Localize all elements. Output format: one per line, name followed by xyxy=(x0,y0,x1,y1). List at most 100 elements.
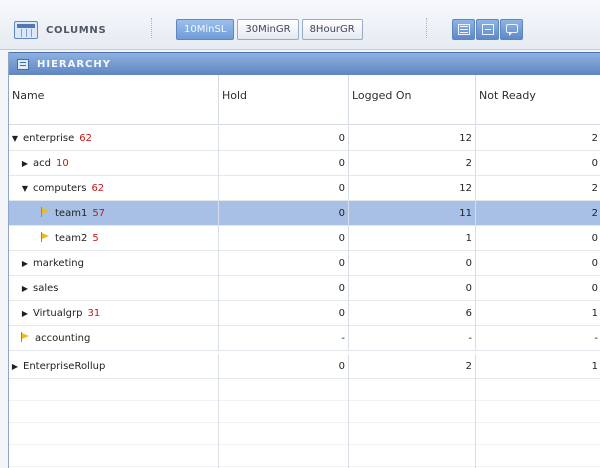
grid-view-icon xyxy=(458,24,470,35)
collapse-arrow-icon[interactable]: ▶ xyxy=(20,251,30,276)
tree-row-accounting[interactable]: accounting - - - xyxy=(9,326,600,351)
node-label: Virtualgrp xyxy=(33,308,83,319)
node-label: team2 xyxy=(55,233,88,244)
column-divider xyxy=(218,379,219,468)
column-headers: Name Hold Logged On Not Ready xyxy=(9,75,600,125)
node-count: 57 xyxy=(92,208,106,219)
node-label: computers xyxy=(33,183,87,194)
interval-selector: 10MinSL 30MinGR 8HourGR xyxy=(176,19,363,41)
column-header-logged-on[interactable]: Logged On xyxy=(349,75,476,125)
logged-on-cell: 0 xyxy=(349,251,476,276)
column-divider xyxy=(348,379,349,468)
empty-row xyxy=(9,401,600,423)
collapse-arrow-icon[interactable]: ▶ xyxy=(20,301,30,326)
node-count: 10 xyxy=(55,158,69,169)
name-cell: ▼ enterprise 62 xyxy=(9,126,219,151)
hold-cell: 0 xyxy=(219,126,349,151)
hierarchy-icon xyxy=(17,58,29,70)
tree-row-virtualgrp[interactable]: ▶ Virtualgrp 31 0 6 1 xyxy=(9,301,600,326)
panel-header: HIERARCHY xyxy=(9,52,600,75)
logged-on-cell: 12 xyxy=(349,176,476,201)
node-label: enterprise xyxy=(23,133,75,144)
hold-cell: 0 xyxy=(219,354,349,379)
name-cell: ▼ computers 62 xyxy=(9,176,219,201)
not-ready-cell: 2 xyxy=(591,208,598,219)
not-ready-cell: - xyxy=(594,333,598,344)
not-ready-cell: 0 xyxy=(591,258,598,269)
empty-row xyxy=(9,379,600,401)
column-header-not-ready[interactable]: Not Ready xyxy=(476,75,600,125)
name-cell: accounting xyxy=(9,326,219,351)
expand-arrow-icon[interactable]: ▼ xyxy=(10,126,20,151)
grid-view-button[interactable] xyxy=(452,19,475,40)
toolbar-separator xyxy=(426,18,428,38)
name-cell: team2 5 xyxy=(9,226,219,251)
column-divider xyxy=(475,379,476,468)
name-cell: ▶ marketing xyxy=(9,251,219,276)
node-count: 31 xyxy=(87,308,101,319)
tree-row-enterprise[interactable]: ▼ enterprise 62 0 12 2 xyxy=(9,126,600,151)
collapse-arrow-icon[interactable]: ▶ xyxy=(10,354,20,379)
chat-view-button[interactable] xyxy=(500,19,523,40)
hold-cell: - xyxy=(219,326,349,351)
column-header-name[interactable]: Name xyxy=(9,75,219,125)
column-header-hold[interactable]: Hold xyxy=(219,75,349,125)
view-selector xyxy=(452,19,523,41)
columns-label: COLUMNS xyxy=(46,24,107,36)
tree-row-marketing[interactable]: ▶ marketing 0 0 0 xyxy=(9,251,600,276)
node-label: accounting xyxy=(35,333,91,344)
node-count: 5 xyxy=(92,233,99,244)
team-flag-icon xyxy=(40,207,50,217)
logged-on-cell: 2 xyxy=(349,354,476,379)
not-ready-cell: 1 xyxy=(591,308,598,319)
interval-8hourgr-button[interactable]: 8HourGR xyxy=(301,19,363,40)
node-count: 62 xyxy=(79,133,93,144)
panel-title: HIERARCHY xyxy=(37,58,112,70)
tree-row-enterpriserollup[interactable]: ▶ EnterpriseRollup 0 2 1 xyxy=(9,354,600,379)
toolbar-separator xyxy=(151,18,153,38)
not-ready-cell: 0 xyxy=(591,158,598,169)
node-label: team1 xyxy=(55,208,88,219)
logged-on-cell: - xyxy=(349,326,476,351)
name-cell: ▶ EnterpriseRollup xyxy=(9,354,219,379)
not-ready-cell: 0 xyxy=(591,283,598,294)
logged-on-cell: 12 xyxy=(349,126,476,151)
collapse-arrow-icon[interactable]: ▶ xyxy=(20,151,30,176)
columns-button[interactable]: COLUMNS xyxy=(14,20,106,40)
tree-row-team2[interactable]: team2 5 0 1 0 xyxy=(9,226,600,251)
columns-icon xyxy=(14,21,38,39)
hold-cell: 0 xyxy=(219,201,349,226)
chat-view-icon xyxy=(506,24,518,36)
hold-cell: 0 xyxy=(219,276,349,301)
node-count: 62 xyxy=(91,183,105,194)
node-label: marketing xyxy=(33,258,84,269)
tree-row-acd[interactable]: ▶ acd 10 0 2 0 xyxy=(9,151,600,176)
interval-30mingr-button[interactable]: 30MinGR xyxy=(237,19,299,40)
logged-on-cell: 2 xyxy=(349,151,476,176)
team-flag-icon xyxy=(20,332,30,342)
logged-on-cell: 0 xyxy=(349,276,476,301)
hold-cell: 0 xyxy=(219,151,349,176)
hold-cell: 0 xyxy=(219,176,349,201)
node-label: sales xyxy=(33,283,59,294)
hold-cell: 0 xyxy=(219,226,349,251)
empty-row xyxy=(9,423,600,445)
hold-cell: 0 xyxy=(219,301,349,326)
logged-on-cell: 11 xyxy=(349,201,476,226)
interval-10minsl-button[interactable]: 10MinSL xyxy=(176,19,235,40)
hold-cell: 0 xyxy=(219,251,349,276)
tree-row-computers[interactable]: ▼ computers 62 0 12 2 xyxy=(9,176,600,201)
list-view-button[interactable] xyxy=(476,19,499,40)
collapse-arrow-icon[interactable]: ▶ xyxy=(20,276,30,301)
expand-arrow-icon[interactable]: ▼ xyxy=(20,176,30,201)
node-label: EnterpriseRollup xyxy=(23,361,106,372)
not-ready-cell: 0 xyxy=(591,233,598,244)
tree-row-sales[interactable]: ▶ sales 0 0 0 xyxy=(9,276,600,301)
logged-on-cell: 6 xyxy=(349,301,476,326)
team-flag-icon xyxy=(40,232,50,242)
name-cell: ▶ acd 10 xyxy=(9,151,219,176)
node-label: acd xyxy=(33,158,51,169)
name-cell: ▶ Virtualgrp 31 xyxy=(9,301,219,326)
hierarchy-panel: HIERARCHY Name Hold Logged On Not Ready … xyxy=(8,52,600,468)
tree-row-team1[interactable]: team1 57 0 11 2 xyxy=(9,201,600,226)
